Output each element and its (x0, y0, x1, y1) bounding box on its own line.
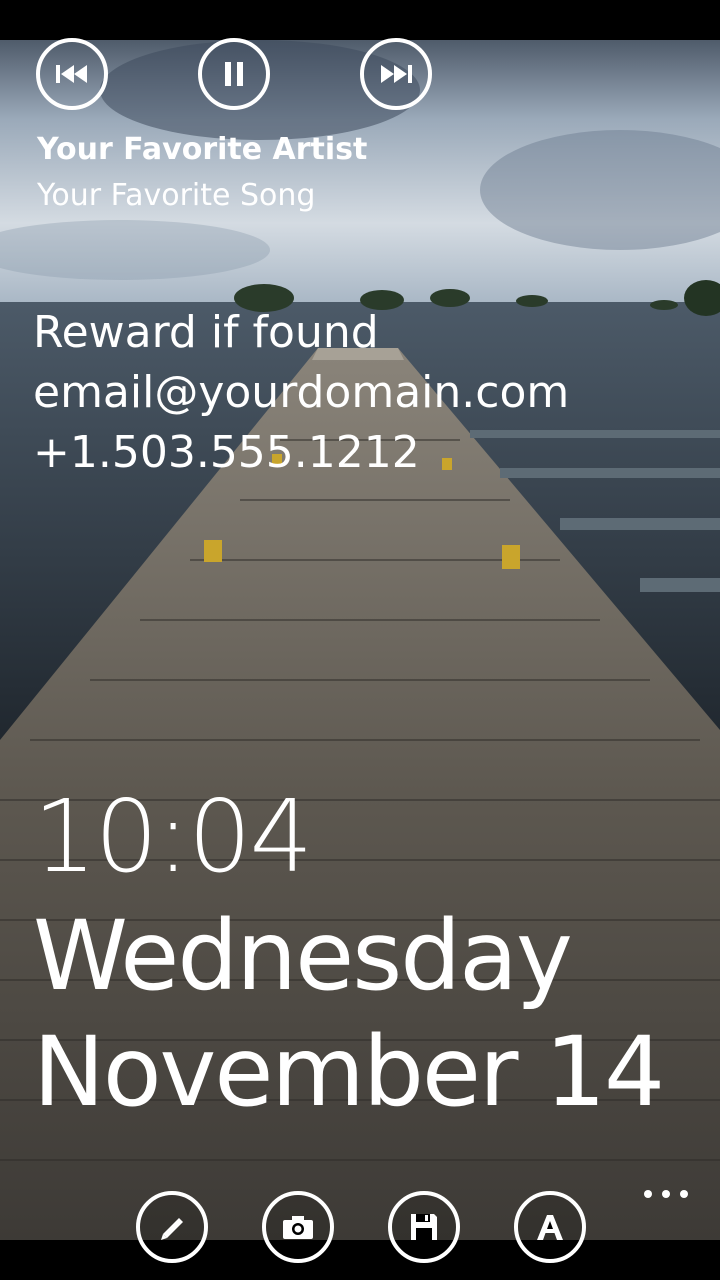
font-button[interactable] (514, 1191, 586, 1263)
pause-icon (225, 62, 243, 86)
owner-email: email@yourdomain.com (33, 367, 570, 418)
next-icon (381, 65, 412, 83)
app-bar-background (0, 1240, 720, 1280)
clock-month-day: November 14 (33, 1016, 665, 1128)
reward-text: Reward if found (33, 307, 379, 358)
pencil-icon (161, 1218, 183, 1240)
next-track-button[interactable] (360, 38, 432, 110)
edit-button[interactable] (136, 1191, 208, 1263)
camera-button[interactable] (262, 1191, 334, 1263)
clock-date: Wednesday November 14 (33, 898, 665, 1130)
save-button[interactable] (388, 1191, 460, 1263)
song-title: Your Favorite Song (37, 178, 316, 213)
font-icon (537, 1215, 563, 1240)
owner-phone: +1.503.555.1212 (33, 427, 420, 478)
previous-track-button[interactable] (36, 38, 108, 110)
owner-info: Reward if found email@yourdomain.com +1.… (33, 303, 569, 483)
previous-icon (56, 65, 87, 83)
ellipsis-icon (644, 1190, 652, 1198)
clock-weekday: Wednesday (33, 900, 573, 1012)
save-icon (411, 1214, 437, 1240)
artist-name: Your Favorite Artist (37, 132, 368, 167)
clock-time: 10:04 (33, 778, 313, 895)
more-options-button[interactable] (644, 1186, 688, 1202)
status-bar (0, 0, 720, 40)
pause-button[interactable] (198, 38, 270, 110)
camera-icon (283, 1216, 313, 1239)
